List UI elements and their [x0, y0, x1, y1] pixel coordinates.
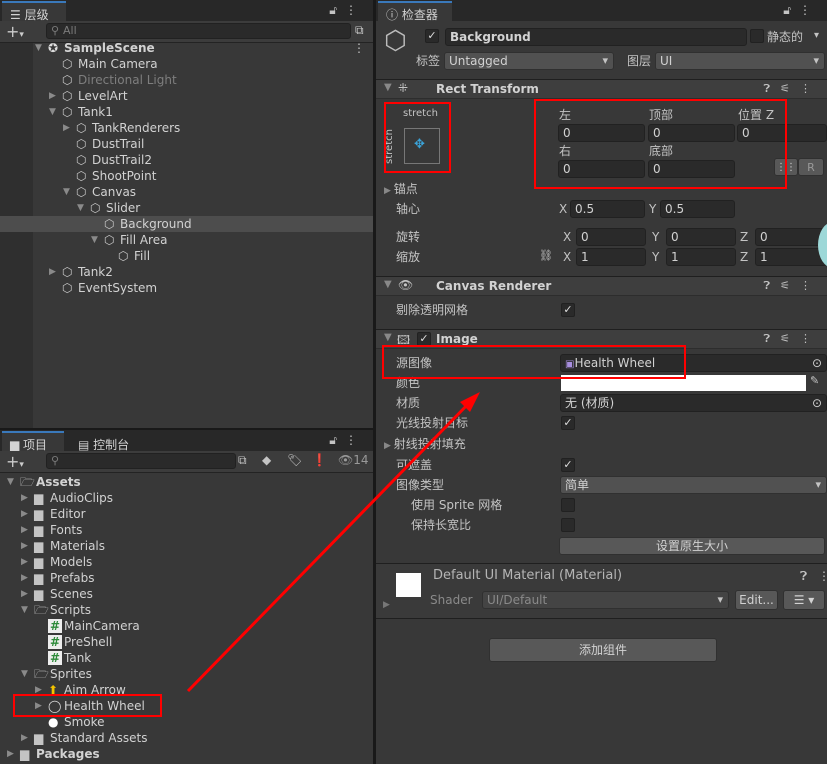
annotation-arrow: [186, 392, 480, 693]
